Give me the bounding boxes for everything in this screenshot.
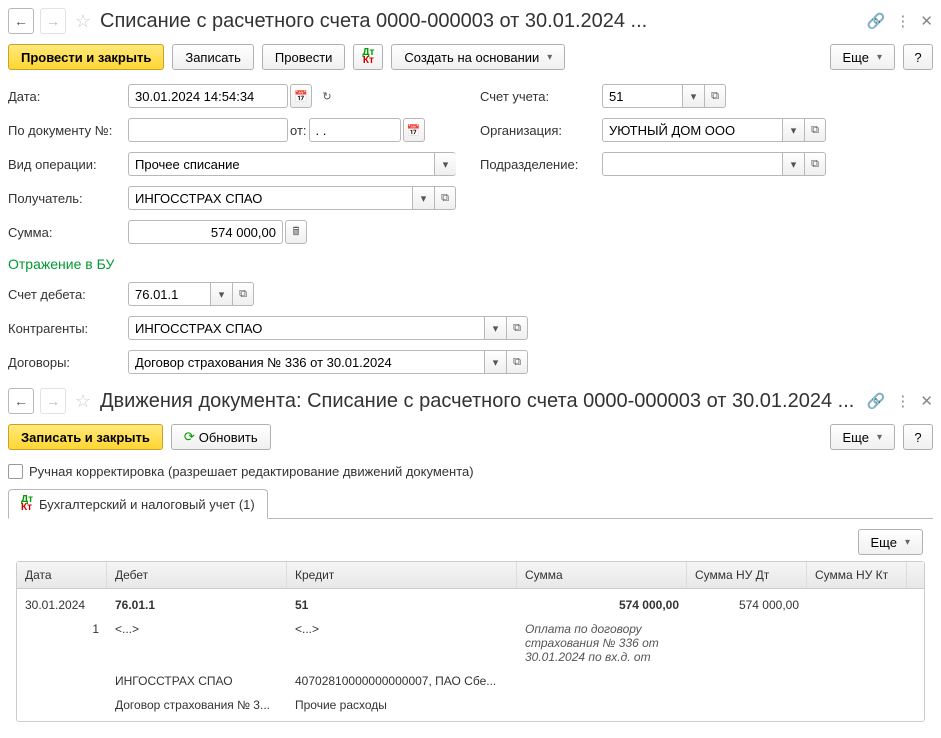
debit-account-open-icon[interactable]: ⧉: [232, 282, 254, 306]
org-label: Организация:: [480, 123, 590, 138]
th-debit[interactable]: Дебет: [107, 562, 287, 588]
title-bar: ← → ☆ Списание с расчетного счета 0000-0…: [8, 8, 933, 34]
from-date-input[interactable]: [309, 118, 401, 142]
th-date[interactable]: Дата: [17, 562, 107, 588]
post-and-close-button[interactable]: Провести и закрыть: [8, 44, 164, 70]
table-row[interactable]: ИНГОССТРАХ СПАО 40702810000000000007, ПА…: [17, 669, 924, 693]
optype-dropdown-icon[interactable]: ▾: [434, 152, 456, 176]
contract-label: Договоры:: [8, 355, 116, 370]
docnum-input[interactable]: [128, 118, 288, 142]
amount-label: Сумма:: [8, 225, 116, 240]
counterparty-input[interactable]: [128, 316, 484, 340]
nav-forward-button[interactable]: →: [40, 8, 66, 34]
movements-more-button[interactable]: Еще: [830, 424, 895, 450]
post-button[interactable]: Провести: [262, 44, 346, 70]
save-button[interactable]: Записать: [172, 44, 254, 70]
movements-nav-forward-button[interactable]: →: [40, 388, 66, 414]
docnum-label: По документу №:: [8, 123, 116, 138]
tab-dtkt-icon: ДтКт: [21, 496, 33, 512]
account-input[interactable]: [602, 84, 682, 108]
form-main: Дата: 📅 ↻ Счет учета: ▾ ⧉ По документу №…: [8, 84, 933, 244]
optype-label: Вид операции:: [8, 157, 116, 172]
refresh-date-icon[interactable]: ↻: [314, 84, 340, 108]
bu-section-title: Отражение в БУ: [8, 256, 933, 272]
debit-account-input[interactable]: [128, 282, 210, 306]
debit-account-label: Счет дебета:: [8, 287, 116, 302]
account-dropdown-icon[interactable]: ▾: [682, 84, 704, 108]
debit-account-dropdown-icon[interactable]: ▾: [210, 282, 232, 306]
calendar-icon[interactable]: 📅: [290, 84, 312, 108]
recipient-input[interactable]: [128, 186, 412, 210]
th-sum-nu-kt[interactable]: Сумма НУ Кт: [807, 562, 907, 588]
subdivision-open-icon[interactable]: ⧉: [804, 152, 826, 176]
close-icon[interactable]: ✕: [920, 12, 933, 30]
recipient-label: Получатель:: [8, 191, 116, 206]
more-menu-icon[interactable]: ⋮: [895, 12, 910, 30]
th-sum[interactable]: Сумма: [517, 562, 687, 588]
amount-input[interactable]: [128, 220, 283, 244]
optype-input[interactable]: [128, 152, 434, 176]
from-label: от:: [290, 123, 307, 138]
account-label: Счет учета:: [480, 89, 590, 104]
date-input[interactable]: [128, 84, 288, 108]
org-open-icon[interactable]: ⧉: [804, 118, 826, 142]
dtkt-button[interactable]: ДтКт: [353, 44, 383, 70]
tab-accounting[interactable]: ДтКт Бухгалтерский и налоговый учет (1): [8, 489, 268, 519]
th-sum-nu-dt[interactable]: Сумма НУ Дт: [687, 562, 807, 588]
favorite-icon[interactable]: ☆: [72, 10, 94, 32]
account-open-icon[interactable]: ⧉: [704, 84, 726, 108]
link-icon[interactable]: 🔗: [867, 12, 886, 30]
movements-more-menu-icon[interactable]: ⋮: [895, 392, 910, 410]
movements-link-icon[interactable]: 🔗: [867, 392, 886, 410]
recipient-open-icon[interactable]: ⧉: [434, 186, 456, 210]
counterparty-open-icon[interactable]: ⧉: [506, 316, 528, 340]
subdivision-input[interactable]: [602, 152, 782, 176]
movements-title-bar: ← → ☆ Движения документа: Списание с рас…: [8, 388, 933, 414]
movements-close-icon[interactable]: ✕: [920, 392, 933, 410]
form-bu: Счет дебета: ▾ ⧉ Контрагенты: ▾ ⧉ Догово…: [8, 282, 933, 374]
refresh-icon: ⟳: [184, 429, 195, 445]
subdivision-dropdown-icon[interactable]: ▾: [782, 152, 804, 176]
main-toolbar: Провести и закрыть Записать Провести ДтК…: [8, 44, 933, 70]
manual-edit-label: Ручная корректировка (разрешает редактир…: [29, 464, 474, 479]
movements-save-close-button[interactable]: Записать и закрыть: [8, 424, 163, 450]
counterparty-label: Контрагенты:: [8, 321, 116, 336]
org-dropdown-icon[interactable]: ▾: [782, 118, 804, 142]
movements-tabs: ДтКт Бухгалтерский и налоговый учет (1): [8, 489, 933, 519]
subdivision-label: Подразделение:: [480, 157, 590, 172]
movements-table: Дата Дебет Кредит Сумма Сумма НУ Дт Сумм…: [16, 561, 925, 722]
create-based-on-button[interactable]: Создать на основании: [391, 44, 565, 70]
recipient-dropdown-icon[interactable]: ▾: [412, 186, 434, 210]
more-button[interactable]: Еще: [830, 44, 895, 70]
manual-edit-row: Ручная корректировка (разрешает редактир…: [8, 464, 933, 479]
table-header: Дата Дебет Кредит Сумма Сумма НУ Дт Сумм…: [17, 562, 924, 589]
movements-favorite-icon[interactable]: ☆: [72, 390, 94, 412]
date-label: Дата:: [8, 89, 116, 104]
counterparty-dropdown-icon[interactable]: ▾: [484, 316, 506, 340]
th-credit[interactable]: Кредит: [287, 562, 517, 588]
help-button[interactable]: ?: [903, 44, 933, 70]
from-calendar-icon[interactable]: 📅: [403, 118, 425, 142]
table-row[interactable]: 1 <...> <...> Оплата по договору страхов…: [17, 617, 924, 669]
movements-toolbar: Записать и закрыть ⟳ Обновить Еще ?: [8, 424, 933, 450]
table-row[interactable]: 30.01.2024 76.01.1 51 574 000,00 574 000…: [17, 593, 924, 617]
table-row[interactable]: Договор страхования № 3... Прочие расход…: [17, 693, 924, 717]
calculator-icon[interactable]: 🖩: [285, 220, 307, 244]
contract-dropdown-icon[interactable]: ▾: [484, 350, 506, 374]
contract-input[interactable]: [128, 350, 484, 374]
nav-back-button[interactable]: ←: [8, 8, 34, 34]
movements-refresh-button[interactable]: ⟳ Обновить: [171, 424, 271, 450]
manual-edit-checkbox[interactable]: [8, 464, 23, 479]
org-input[interactable]: [602, 118, 782, 142]
page-title: Списание с расчетного счета 0000-000003 …: [100, 10, 861, 33]
movements-nav-back-button[interactable]: ←: [8, 388, 34, 414]
dtkt-icon: ДтКт: [362, 49, 374, 65]
contract-open-icon[interactable]: ⧉: [506, 350, 528, 374]
movements-help-button[interactable]: ?: [903, 424, 933, 450]
movements-title: Движения документа: Списание с расчетног…: [100, 390, 861, 413]
grid-more-button[interactable]: Еще: [858, 529, 923, 555]
